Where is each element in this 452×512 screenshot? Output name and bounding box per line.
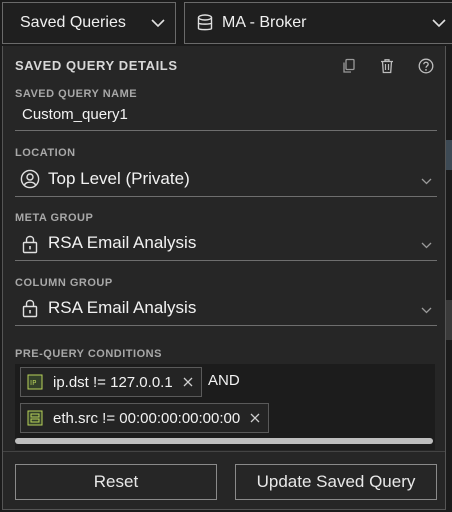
source-label: MA - Broker bbox=[222, 14, 307, 31]
help-icon[interactable] bbox=[418, 58, 434, 74]
lock-icon bbox=[22, 235, 38, 254]
column-group-label: COLUMN GROUP bbox=[15, 277, 113, 289]
chevron-down-icon bbox=[151, 18, 165, 27]
divider bbox=[15, 325, 437, 326]
lock-icon bbox=[22, 299, 38, 318]
name-input[interactable]: Custom_query1 bbox=[22, 106, 128, 123]
condition-text: ip.dst != 127.0.0.1 bbox=[53, 373, 173, 391]
saved-query-details-panel: SAVED QUERY DETAILS SAVED QUERY NAME Cus… bbox=[2, 46, 446, 510]
condition-text: eth.src != 00:00:00:00:00:00 bbox=[53, 409, 241, 427]
trash-icon[interactable] bbox=[379, 58, 395, 74]
chevron-down-icon[interactable] bbox=[421, 242, 432, 249]
backdrop-sliver bbox=[446, 300, 452, 340]
condition-operator: AND bbox=[208, 372, 240, 389]
name-label: SAVED QUERY NAME bbox=[15, 88, 138, 100]
location-label: LOCATION bbox=[15, 147, 76, 159]
copy-icon[interactable] bbox=[341, 58, 357, 74]
database-icon bbox=[197, 14, 213, 31]
ip-icon: IP bbox=[27, 374, 43, 390]
reset-button[interactable]: Reset bbox=[15, 464, 217, 500]
location-select[interactable]: Top Level (Private) bbox=[48, 169, 190, 189]
divider bbox=[3, 451, 445, 452]
close-icon[interactable] bbox=[250, 413, 260, 423]
divider bbox=[15, 130, 437, 131]
chevron-down-icon bbox=[432, 18, 446, 27]
divider bbox=[15, 196, 437, 197]
user-icon bbox=[20, 169, 40, 189]
meta-group-select[interactable]: RSA Email Analysis bbox=[48, 233, 196, 253]
chevron-down-icon[interactable] bbox=[421, 307, 432, 314]
panel-title: SAVED QUERY DETAILS bbox=[15, 58, 178, 73]
backdrop-sliver bbox=[446, 140, 452, 170]
close-icon[interactable] bbox=[183, 377, 193, 387]
conditions-label: PRE-QUERY CONDITIONS bbox=[15, 348, 162, 360]
chevron-down-icon[interactable] bbox=[421, 178, 432, 185]
meta-group-label: META GROUP bbox=[15, 212, 94, 224]
divider bbox=[15, 260, 437, 261]
column-group-select[interactable]: RSA Email Analysis bbox=[48, 298, 196, 318]
source-dropdown[interactable]: MA - Broker bbox=[184, 2, 452, 44]
eth-icon bbox=[27, 410, 43, 426]
update-saved-query-button[interactable]: Update Saved Query bbox=[235, 464, 437, 500]
saved-queries-dropdown[interactable]: Saved Queries bbox=[2, 2, 176, 44]
svg-text:IP: IP bbox=[30, 379, 36, 387]
condition-pill[interactable]: IP ip.dst != 127.0.0.1 bbox=[20, 367, 202, 397]
horizontal-scrollbar[interactable] bbox=[15, 438, 433, 444]
condition-pill[interactable]: eth.src != 00:00:00:00:00:00 bbox=[20, 403, 270, 433]
saved-queries-label: Saved Queries bbox=[20, 14, 126, 31]
